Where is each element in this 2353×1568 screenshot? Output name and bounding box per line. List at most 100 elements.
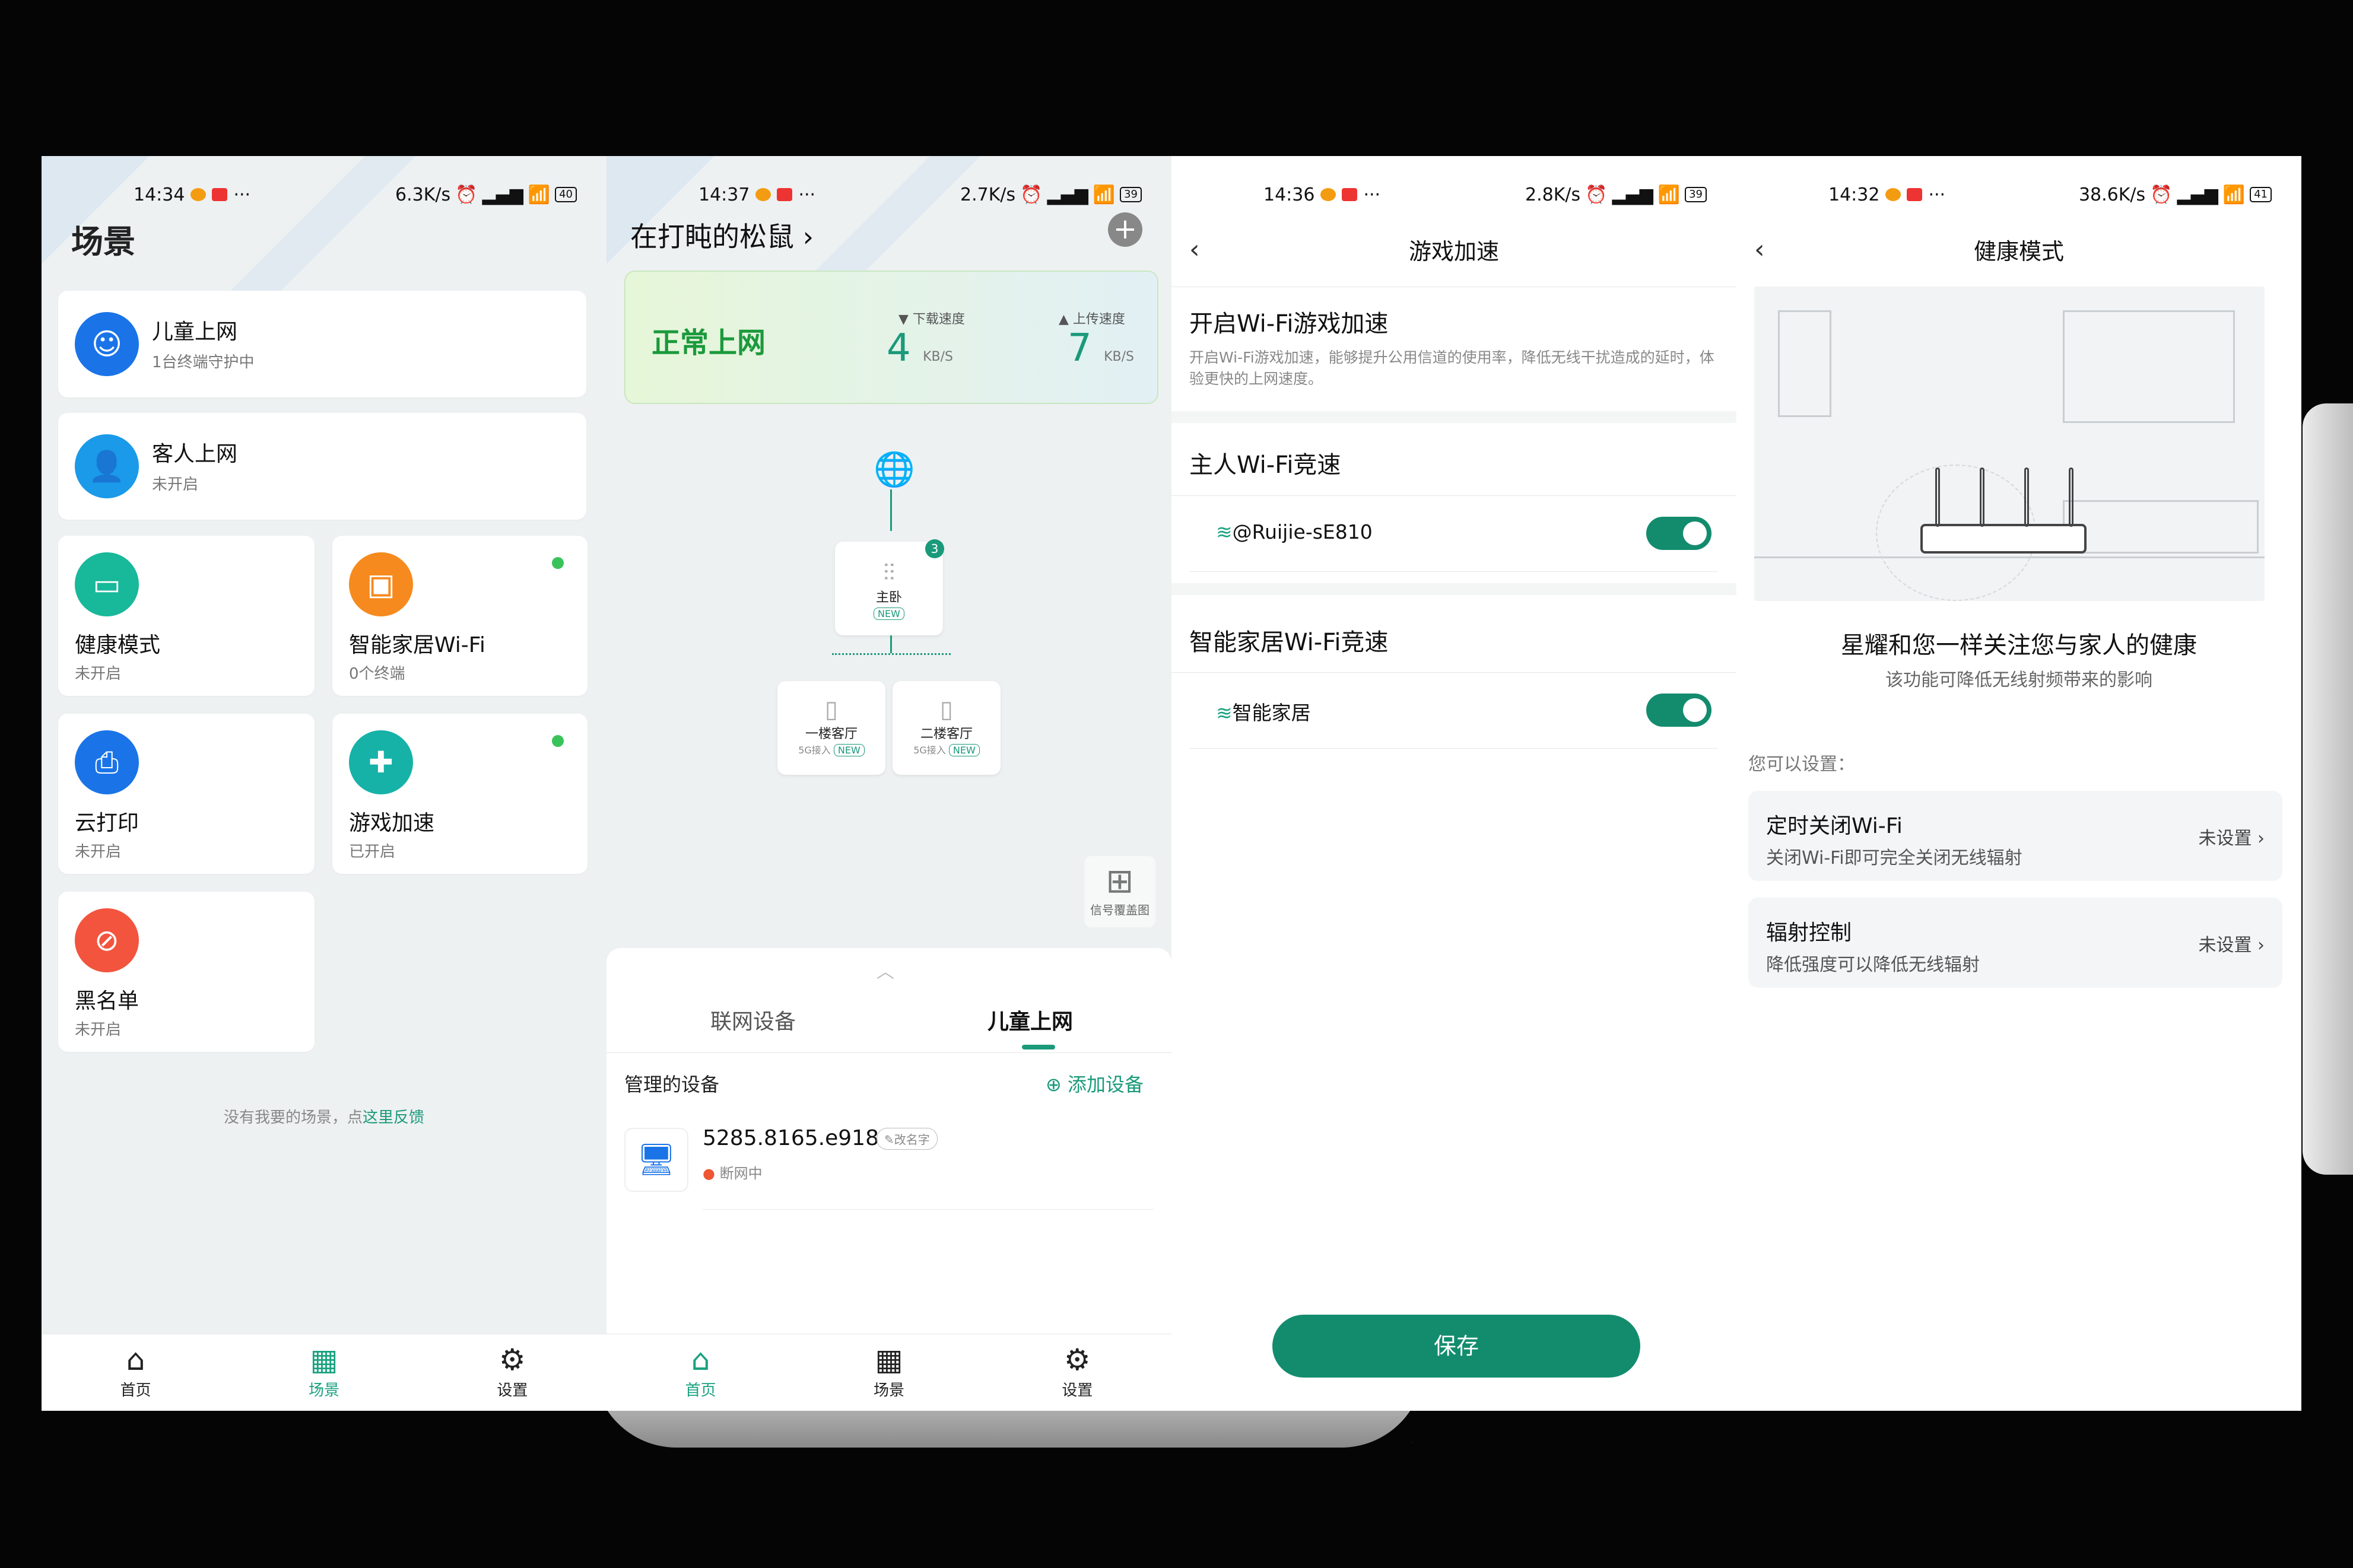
screenshot-strip: 14:34 ··· 6.3K/s ⏰ ▂▄▆ 📶 40 场景 ☺ 儿童上网 1台终端守护中…	[42, 156, 2303, 1411]
scene-card-smart-home[interactable]: ▣ 智能家居Wi-Fi 0个终端	[332, 536, 588, 696]
tab-scenes[interactable]: ▦ 场景	[309, 1345, 339, 1400]
floorplan-icon: ⊞	[1106, 862, 1134, 901]
enabled-dot	[552, 557, 564, 569]
download-value: 4	[887, 326, 911, 370]
router-shape	[1920, 524, 2087, 554]
monitor-heart-icon: ▭	[75, 552, 139, 616]
tab-child-internet[interactable]: 儿童上网	[987, 1004, 1073, 1035]
tab-settings[interactable]: ⚙ 设置	[1062, 1345, 1093, 1400]
app-notify-icon	[1320, 188, 1336, 201]
device-status-text: 断网中	[719, 1165, 763, 1182]
rename-button[interactable]: ✎改名字	[877, 1128, 938, 1150]
smart-title: 智能家居Wi-Fi竞速	[1189, 629, 1389, 656]
save-button[interactable]: 保存	[1272, 1315, 1640, 1378]
scene-card-cloud-print[interactable]: ⎙ 云打印 未开启	[58, 714, 315, 874]
add-button[interactable]: +	[1108, 212, 1142, 247]
card-sub: 未开启	[75, 843, 122, 861]
status-bar: 14:37 ··· 2.7K/s ⏰ ▂▄▆ 📶 39	[606, 183, 1171, 206]
card-sub: 未开启	[75, 665, 122, 683]
setting-sub: 关闭Wi-Fi即可完全关闭无线辐射	[1766, 848, 2022, 869]
network-name[interactable]: 在打盹的松鼠 ›	[630, 215, 814, 255]
host-title: 主人Wi-Fi竞速	[1189, 451, 1341, 479]
tab-label: 首页	[120, 1382, 151, 1400]
node-main[interactable]: ⫶⫶ 主卧 NEW 3	[835, 539, 944, 635]
download-label-text: 下载速度	[912, 312, 965, 327]
health-subline: 该功能可降低无线射频带来的影响	[1885, 670, 2152, 691]
node-sub1[interactable]: ▯ 一楼客厅 5G接入 NEW	[777, 681, 885, 775]
tab-home[interactable]: ⌂ 首页	[685, 1345, 716, 1400]
block-user-icon: ⊘	[75, 908, 139, 972]
status-time: 14:36	[1263, 184, 1315, 205]
page-title: 场景	[71, 223, 135, 260]
tab-connected-devices[interactable]: 联网设备	[710, 1004, 796, 1035]
managed-label: 管理的设备	[624, 1073, 720, 1096]
net-speed: 2.8K/s	[1525, 184, 1581, 205]
section-gap	[1171, 583, 1736, 595]
scene-card-health[interactable]: ▭ 健康模式 未开启	[58, 536, 315, 696]
nav-title: 游戏加速	[1408, 238, 1499, 265]
setting-value: 未设置 ›	[2198, 935, 2265, 956]
coverage-map-button[interactable]: ⊞ 信号覆盖图	[1084, 856, 1155, 927]
home-icon: ⌂	[126, 1343, 145, 1377]
new-badge: NEW	[833, 744, 865, 756]
host-race-toggle[interactable]	[1646, 517, 1711, 550]
globe-icon: 🌐	[874, 450, 915, 489]
status-dot-icon: ●	[703, 1165, 715, 1182]
home-router-illustration	[1754, 287, 2265, 601]
tab-settings[interactable]: ⚙ 设置	[497, 1345, 528, 1400]
app-notify-icon	[212, 188, 228, 201]
client-count-badge: 3	[925, 539, 944, 558]
nav-title: 健康模式	[1973, 238, 2064, 265]
tab-label: 场景	[873, 1382, 904, 1400]
card-title: 黑名单	[75, 989, 139, 1013]
node-link: 5G接入 NEW	[777, 742, 885, 756]
node-name: 主卧	[875, 590, 902, 605]
card-title: 智能家居Wi-Fi	[349, 633, 485, 657]
bottom-sheet: ︿ 联网设备 儿童上网 管理的设备 ⊕ 添加设备 🖥 5285.8165.e91…	[606, 948, 1171, 1334]
download-label: ▼ 下载速度	[898, 312, 965, 327]
tab-label: 设置	[1062, 1382, 1093, 1400]
setting-sub: 降低强度可以降低无线辐射	[1766, 955, 1980, 975]
add-device-link[interactable]: ⊕ 添加设备	[1046, 1070, 1144, 1097]
scene-card-guest[interactable]: 👤 客人上网 未开启	[58, 413, 586, 520]
scene-card-child[interactable]: ☺ 儿童上网 1台终端守护中	[58, 291, 586, 397]
net-status: 正常上网	[652, 326, 766, 360]
sheet-handle-icon[interactable]: ︿	[877, 957, 894, 983]
setting-scheduled-wifi-off[interactable]: 定时关闭Wi-Fi 关闭Wi-Fi即可完全关闭无线辐射 未设置 ›	[1748, 791, 2282, 881]
section-gap	[1171, 411, 1736, 423]
card-sub: 1台终端守护中	[152, 354, 255, 371]
grid-icon: ▦	[310, 1343, 338, 1377]
feedback-link[interactable]: 这里反馈	[363, 1109, 424, 1127]
wifi-status-icon: 📶	[1093, 184, 1116, 205]
router-icon: ⫶⫶	[883, 559, 895, 587]
node-link-text: 5G接入	[913, 745, 946, 756]
node-sub2[interactable]: ▯ 二楼客厅 5G接入 NEW	[893, 681, 1001, 775]
battery-icon: 39	[1120, 187, 1142, 202]
card-title: 健康模式	[75, 633, 161, 657]
alarm-icon: ⏰	[455, 184, 478, 205]
wifi-icon: ≋	[1216, 701, 1233, 724]
node-link-text: 5G接入	[798, 745, 831, 756]
feedback-line: 没有我要的场景，点这里反馈	[42, 1105, 606, 1127]
status-time: 14:34	[134, 184, 185, 205]
guest-user-icon: 👤	[75, 434, 139, 498]
setting-title: 辐射控制	[1766, 921, 1852, 945]
topo-link	[890, 635, 892, 653]
computer-icon: 🖥	[624, 1128, 688, 1192]
signal-icon: ▂▄▆	[1047, 184, 1088, 205]
setting-value: 未设置 ›	[2198, 828, 2265, 849]
scene-card-blacklist[interactable]: ⊘ 黑名单 未开启	[58, 892, 315, 1052]
wifi-status-icon: 📶	[1657, 184, 1681, 205]
health-mode-screen: 14:32 ··· 38.6K/s ⏰ ▂▄▆ 📶 41 ‹ 健康模式 星耀和您一样关注您…	[1736, 156, 2301, 1411]
card-sub: 未开启	[152, 476, 199, 494]
signal-icon: ▂▄▆	[2177, 184, 2218, 205]
smart-ssid: 智能家居	[1232, 701, 1311, 724]
net-speed: 38.6K/s	[2078, 184, 2146, 205]
setting-radiation-control[interactable]: 辐射控制 降低强度可以降低无线辐射 未设置 ›	[1748, 898, 2282, 988]
tab-scenes[interactable]: ▦ 场景	[874, 1345, 904, 1400]
smart-race-toggle[interactable]	[1646, 694, 1711, 727]
scene-card-game[interactable]: ✚ 游戏加速 已开启	[332, 714, 588, 874]
signal-icon: ▂▄▆	[1612, 184, 1653, 205]
upload-label: ▲ 上传速度	[1059, 312, 1125, 327]
tab-home[interactable]: ⌂ 首页	[120, 1345, 151, 1400]
